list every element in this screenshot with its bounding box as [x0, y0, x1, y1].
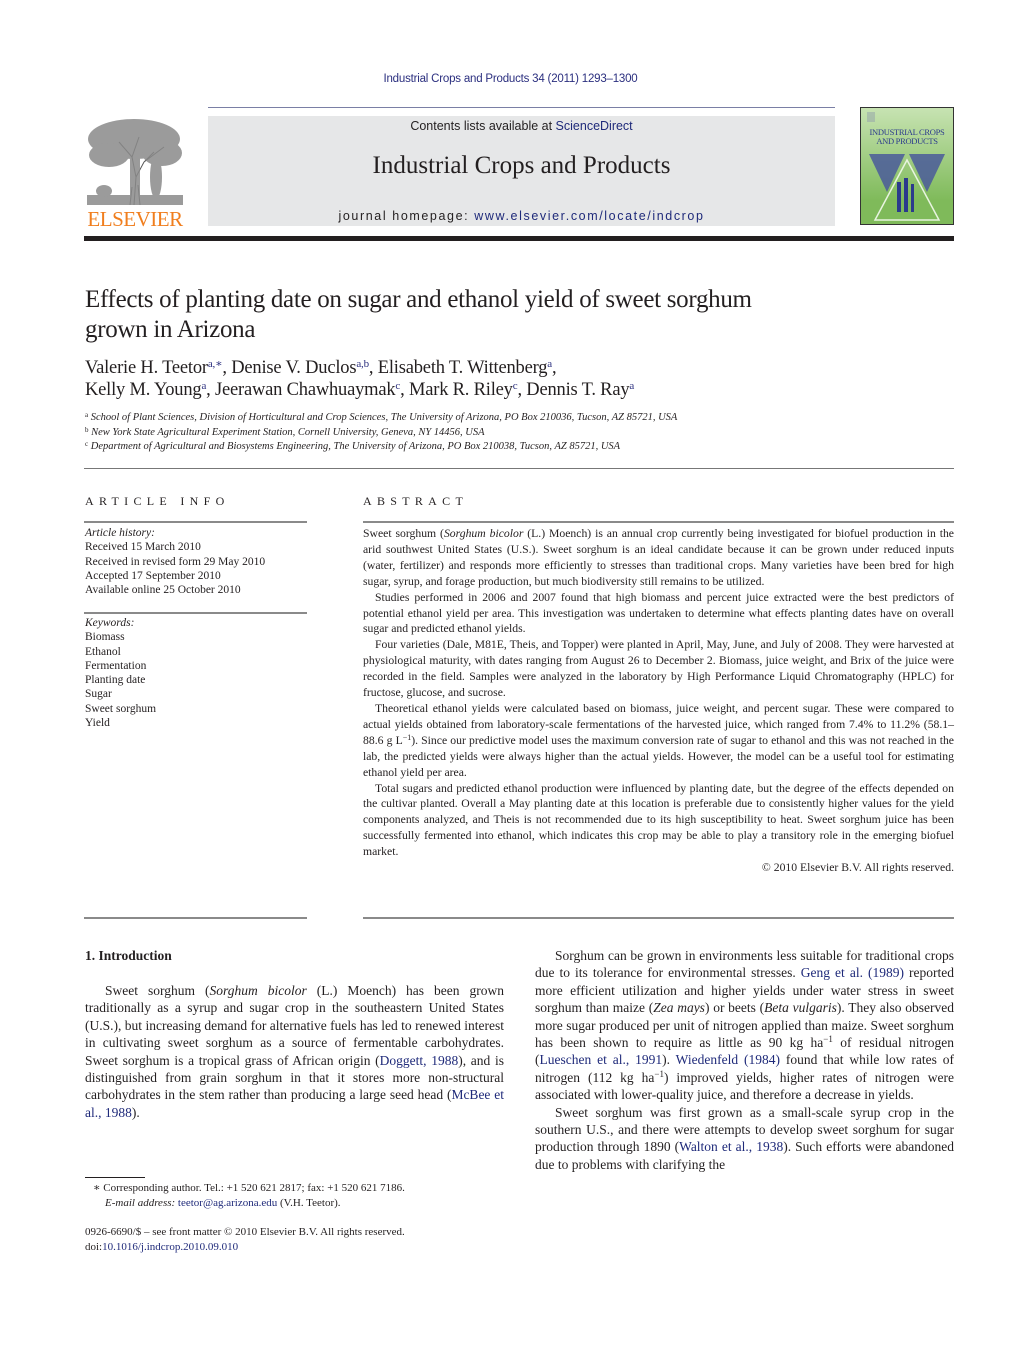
contents-line: Contents lists available at ScienceDirec…: [208, 119, 835, 133]
author[interactable]: Valerie H. Teetora,∗: [85, 358, 223, 378]
keywords-label: Keywords:: [85, 617, 135, 629]
journal-homepage-line: journal homepage: www.elsevier.com/locat…: [208, 209, 835, 223]
body-column-right: Sorghum can be grown in environments les…: [535, 947, 954, 1173]
author[interactable]: Kelly M. Younga: [85, 380, 206, 400]
section-heading-introduction: 1. Introduction: [85, 948, 172, 963]
history-label: Article history:: [85, 527, 155, 539]
body-paragraph: Sweet sorghum (Sorghum bicolor (L.) Moen…: [85, 983, 505, 1120]
author[interactable]: Mark R. Rileyc: [409, 380, 518, 400]
keywords: Keywords: Biomass Ethanol Fermentation P…: [85, 616, 307, 730]
keyword: Yield: [85, 717, 110, 730]
author[interactable]: Dennis T. Raya: [526, 380, 634, 400]
journal-title: Industrial Crops and Products: [372, 152, 671, 179]
header-rule: [208, 107, 835, 108]
journal-banner: Contents lists available at ScienceDirec…: [208, 116, 835, 226]
cover-title: INDUSTRIAL CROPS AND PRODUCTS: [869, 127, 945, 146]
abstract-rule: [363, 917, 954, 919]
abstract-paragraph: Four varieties (Dale, M81E, Theis, and T…: [363, 638, 954, 700]
keyword: Sugar: [85, 688, 112, 701]
history-item: Received in revised form 29 May 2010: [85, 555, 266, 568]
abstract-body: Sweet sorghum (Sorghum bicolor (L.) Moen…: [363, 526, 954, 876]
abstract-copyright: © 2010 Elsevier B.V. All rights reserved…: [761, 861, 954, 875]
elsevier-tree-icon: [87, 119, 183, 206]
issn-line: 0926-6690/$ – see front matter © 2010 El…: [85, 1226, 405, 1238]
abstract-paragraph: Total sugars and predicted ethanol produ…: [363, 781, 954, 859]
corresponding-author-footnote: ∗ Corresponding author. Tel.: +1 520 621…: [93, 1182, 405, 1209]
running-head[interactable]: Industrial Crops and Products 34 (2011) …: [0, 73, 1021, 85]
history-item: Accepted 17 September 2010: [85, 569, 221, 582]
abstract-heading: ABSTRACT: [363, 494, 469, 508]
footnote-rule: [85, 1177, 145, 1178]
title-rule: [84, 468, 954, 469]
homepage-prefix: journal homepage:: [338, 209, 475, 223]
keyword: Biomass: [85, 631, 125, 644]
keyword: Fermentation: [85, 659, 147, 672]
email-label: E-mail address:: [105, 1197, 176, 1209]
citation-link[interactable]: Walton et al., 1938: [679, 1139, 783, 1154]
cover-logo-icon: [867, 112, 875, 122]
body-paragraph: Sweet sorghum was first grown as a small…: [535, 1104, 955, 1172]
abstract-paragraph: Theoretical ethanol yields were calculat…: [363, 701, 954, 779]
affiliation: a School of Plant Sciences, Division of …: [85, 411, 678, 424]
article-info-rule: [84, 521, 307, 523]
citation-link[interactable]: Lueschen et al., 1991: [540, 1052, 663, 1067]
sciencedirect-link[interactable]: ScienceDirect: [556, 119, 633, 133]
affiliation: b New York State Agricultural Experiment…: [85, 425, 485, 438]
abstract-paragraph: Sweet sorghum (Sorghum bicolor (L.) Moen…: [363, 527, 954, 588]
author-list: Valerie H. Teetora,∗, Denise V. Duclosa,…: [85, 358, 635, 400]
article-info-heading: ARTICLE INFO: [85, 494, 230, 508]
author[interactable]: Elisabeth T. Wittenberga: [378, 358, 552, 378]
body-paragraph: Sorghum can be grown in environments les…: [535, 948, 954, 1103]
body-column-left: Sweet sorghum (Sorghum bicolor (L.) Moen…: [85, 982, 504, 1121]
contents-prefix: Contents lists available at: [410, 119, 556, 133]
paper-title: Effects of planting date on sugar and et…: [85, 286, 752, 343]
front-matter: 0926-6690/$ – see front matter © 2010 El…: [85, 1225, 505, 1255]
doi-line: doi:10.1016/j.indcrop.2010.09.010: [85, 1241, 239, 1253]
cover-artwork-icon: [869, 154, 945, 221]
keyword: Planting date: [85, 674, 146, 687]
elsevier-logo[interactable]: ELSEVIER: [84, 117, 186, 230]
email-link[interactable]: teetor@ag.arizona.edu: [178, 1197, 277, 1209]
citation-link[interactable]: Doggett, 1988: [380, 1053, 459, 1068]
history-item: Available online 25 October 2010: [85, 584, 241, 597]
keyword: Ethanol: [85, 645, 121, 658]
doi-link[interactable]: 10.1016/j.indcrop.2010.09.010: [102, 1241, 238, 1253]
abstract-rule: [363, 521, 954, 523]
elsevier-wordmark: ELSEVIER: [87, 207, 183, 231]
citation-link[interactable]: Geng et al. (1989): [801, 965, 904, 980]
history-item: Received 15 March 2010: [85, 541, 201, 554]
keyword: Sweet sorghum: [85, 702, 157, 715]
author[interactable]: Denise V. Duclosa,b: [231, 358, 369, 378]
affiliation: c Department of Agricultural and Biosyst…: [85, 440, 621, 453]
article-info-rule: [84, 917, 307, 919]
abstract-paragraph: Studies performed in 2006 and 2007 found…: [363, 590, 954, 636]
author[interactable]: Jeerawan Chawhuaymakc: [215, 380, 400, 400]
journal-cover[interactable]: INDUSTRIAL CROPS AND PRODUCTS: [860, 107, 954, 225]
affiliations: a School of Plant Sciences, Division of …: [85, 411, 955, 455]
header-thick-rule: [84, 236, 954, 241]
journal-homepage-link[interactable]: www.elsevier.com/locate/indcrop: [474, 209, 704, 223]
article-info-rule: [84, 612, 307, 614]
citation-link[interactable]: Wiedenfeld (1984): [676, 1052, 780, 1067]
article-history: Article history: Received 15 March 2010 …: [85, 526, 307, 597]
